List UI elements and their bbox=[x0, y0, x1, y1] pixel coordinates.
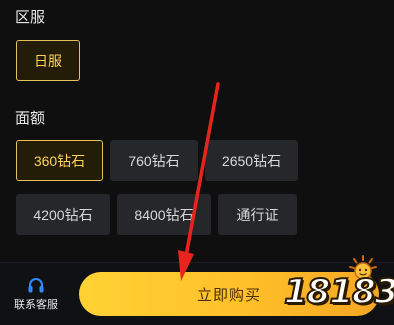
amount-option-4200[interactable]: 4200钻石 bbox=[16, 194, 110, 235]
watermark-text: 18183 bbox=[283, 271, 394, 313]
amount-option-label: 2650钻石 bbox=[221, 152, 282, 169]
buy-now-label: 立即购买 bbox=[196, 286, 261, 304]
region-option-jp[interactable]: 日服 bbox=[16, 40, 80, 81]
watermark-logo: 18183 bbox=[282, 254, 394, 320]
amount-option-760[interactable]: 760钻石 bbox=[110, 140, 198, 181]
amount-option-2650[interactable]: 2650钻石 bbox=[205, 140, 298, 181]
amount-option-8400[interactable]: 8400钻石 bbox=[117, 194, 211, 235]
region-section-title: 区服 bbox=[15, 9, 46, 26]
amount-section-title: 面额 bbox=[15, 110, 46, 127]
amount-option-label: 360钻石 bbox=[33, 152, 86, 169]
amount-option-label: 8400钻石 bbox=[134, 206, 194, 223]
amount-option-label: 4200钻石 bbox=[33, 206, 93, 223]
region-option-label: 日服 bbox=[34, 52, 62, 69]
amount-option-pass[interactable]: 通行证 bbox=[218, 194, 297, 235]
contact-support-button[interactable]: 联系客服 bbox=[0, 262, 72, 325]
headset-icon bbox=[27, 277, 45, 294]
contact-support-label: 联系客服 bbox=[14, 298, 58, 311]
purchase-panel: 区服 日服 面额 360钻石 760钻石 2650钻石 4200钻石 8400钻… bbox=[0, 0, 394, 325]
amount-option-360[interactable]: 360钻石 bbox=[16, 140, 103, 181]
amount-option-label: 通行证 bbox=[236, 206, 279, 223]
amount-option-label: 760钻石 bbox=[128, 152, 180, 169]
